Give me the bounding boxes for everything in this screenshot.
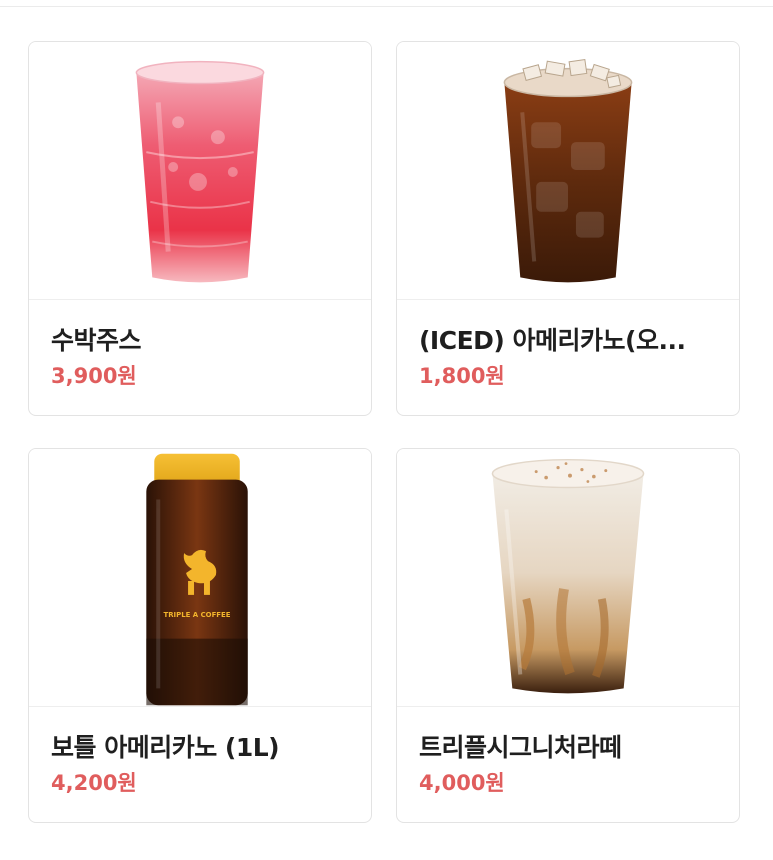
signature-latte-cup-icon: [491, 458, 645, 694]
product-name: 보틀 아메리카노 (1L): [51, 733, 280, 762]
product-price: 4,000원: [419, 771, 505, 795]
coffee-bottle-icon: TRIPLE A COFFEE: [146, 453, 248, 706]
product-image: TRIPLE A COFFEE: [29, 449, 371, 707]
product-image: [397, 42, 739, 300]
iced-americano-cup-icon: [503, 59, 633, 283]
product-price: 1,800원: [419, 364, 505, 388]
product-card-bottle-americano[interactable]: TRIPLE A COFFEE 보틀 아메리카노 (1L) 4,200원: [28, 448, 372, 823]
product-name: (ICED) 아메리카노(오...: [419, 326, 686, 355]
top-divider: [0, 6, 773, 7]
product-image: [29, 42, 371, 300]
product-grid: 수박주스 3,900원 (ICED) 아메리카노(오... 1,800원 TRI…: [28, 41, 740, 823]
product-card-watermelon-juice[interactable]: 수박주스 3,900원: [28, 41, 372, 416]
product-price: 4,200원: [51, 771, 137, 795]
product-price: 3,900원: [51, 364, 137, 388]
product-name: 수박주스: [51, 326, 142, 355]
red-juice-cup-icon: [135, 60, 265, 283]
product-card-signature-latte[interactable]: 트리플시그니처라떼 4,000원: [396, 448, 740, 823]
product-name: 트리플시그니처라떼: [419, 733, 622, 762]
product-card-iced-americano[interactable]: (ICED) 아메리카노(오... 1,800원: [396, 41, 740, 416]
product-image: [397, 449, 739, 707]
bottle-label: TRIPLE A COFFEE: [163, 611, 230, 619]
